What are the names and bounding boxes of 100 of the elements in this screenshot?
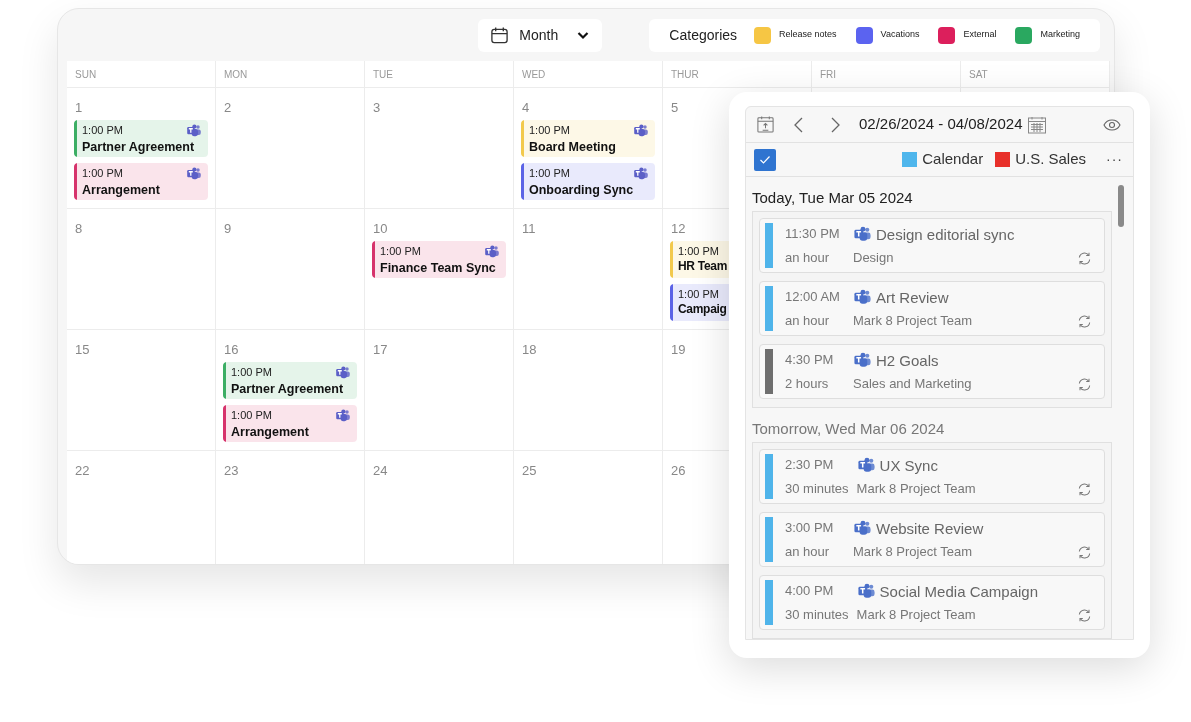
day-number: 8: [75, 221, 83, 236]
agenda-item[interactable]: 4:00 PM 30 minutes Social Media Campaign Mark 8 Project Team: [759, 575, 1105, 630]
team-icon: [335, 408, 351, 424]
calendar-icon[interactable]: [1027, 115, 1048, 134]
event-title: Arrangement: [231, 424, 310, 440]
item-duration: an hour: [785, 542, 831, 561]
agenda-item[interactable]: 12:00 AM an hour Art Review Mark 8 Project Team: [759, 281, 1105, 336]
event-card[interactable]: 1:00 PM Arrangement: [223, 405, 357, 442]
event-title: Partner Agreement: [231, 381, 345, 397]
day-number: 17: [373, 342, 388, 357]
categories-label: Categories: [669, 25, 738, 45]
category-label: Vacations: [880, 28, 920, 42]
event-time: 1:00 PM: [231, 365, 272, 379]
event-card[interactable]: 1:00 PM HR Team: [670, 241, 730, 278]
event-time: 1:00 PM: [82, 123, 123, 137]
item-duration: 30 minutes: [785, 479, 849, 498]
day-number: 2: [224, 100, 232, 115]
team-icon: [335, 365, 351, 381]
event-card[interactable]: 1:00 PM Partner Agreement: [74, 120, 208, 157]
event-card[interactable]: 1:00 PM Arrangement: [74, 163, 208, 200]
event-time: 1:00 PM: [231, 408, 272, 422]
calendar-name: Calendar: [922, 149, 984, 170]
day-number: 1: [75, 100, 83, 115]
event-time: 1:00 PM: [82, 166, 123, 180]
team-icon: [484, 244, 500, 260]
item-time: 4:30 PM: [785, 351, 835, 369]
day-number: 15: [75, 342, 90, 357]
event-time: 1:00 PM: [529, 166, 570, 180]
more-button[interactable]: ···: [1106, 149, 1123, 170]
item-group: Mark 8 Project Team: [853, 311, 1077, 331]
event-card[interactable]: 1:00 PM Onboarding Sync: [521, 163, 655, 200]
category-label: Release notes: [779, 28, 837, 42]
event-time: 1:00 PM: [678, 287, 719, 301]
day-number: 3: [373, 100, 381, 115]
day-number: 25: [522, 463, 537, 478]
day-number: 4: [522, 100, 530, 115]
agenda-item[interactable]: 11:30 PM an hour Design editorial sync Design: [759, 218, 1105, 273]
item-group: Sales and Marketing: [853, 374, 1077, 394]
scrollbar-thumb[interactable]: [1118, 185, 1124, 227]
item-duration: 2 hours: [785, 374, 830, 393]
day-number: 23: [224, 463, 239, 478]
item-title: Website Review: [876, 518, 984, 539]
item-title: Art Review: [876, 287, 949, 308]
event-title: Partner Agreement: [82, 139, 196, 155]
select-all-checkbox[interactable]: [754, 148, 776, 171]
event-title: Board Meeting: [529, 139, 617, 155]
day-number: 5: [671, 100, 679, 115]
item-group: Mark 8 Project Team: [853, 542, 1077, 562]
item-time: 4:00 PM: [785, 582, 835, 600]
item-title: Design editorial sync: [876, 224, 1015, 245]
day-number: 10: [373, 221, 388, 236]
calendar-icon: [490, 25, 510, 45]
item-title: H2 Goals: [876, 350, 939, 371]
event-title: Finance Team Sync: [380, 260, 497, 276]
section-heading: Tomorrow, Wed Mar 06 2024: [752, 419, 946, 439]
event-title: Campaig: [678, 301, 728, 317]
date-range: 02/26/2024 - 04/08/2024: [859, 114, 1023, 135]
day-number: 9: [224, 221, 232, 236]
event-card[interactable]: 1:00 PM Partner Agreement: [223, 362, 357, 399]
view-dropdown[interactable]: Month: [478, 18, 603, 52]
sync-icon: [1077, 608, 1092, 623]
day-number: 24: [373, 463, 388, 478]
sync-icon: [1077, 314, 1092, 329]
event-time: 1:00 PM: [529, 123, 570, 137]
agenda-item[interactable]: 4:30 PM 2 hours H2 Goals Sales and Marketing: [759, 344, 1105, 399]
agenda-item[interactable]: 2:30 PM 30 minutes UX Sync Mark 8 Project Team: [759, 449, 1105, 504]
item-time: 3:00 PM: [785, 519, 835, 537]
category-label: Marketing: [1040, 28, 1080, 42]
day-number: 18: [522, 342, 537, 357]
event-time: 1:00 PM: [380, 244, 421, 258]
item-duration: an hour: [785, 248, 831, 267]
item-title: UX Sync: [879, 455, 938, 476]
item-title: Social Media Campaign: [879, 581, 1038, 602]
event-time: 1:00 PM: [678, 244, 719, 258]
team-icon: [633, 123, 649, 139]
agenda-item[interactable]: 3:00 PM an hour Website Review Mark 8 Project Team: [759, 512, 1105, 567]
event-title: Arrangement: [82, 182, 161, 198]
event-card[interactable]: 1:00 PM Board Meeting: [521, 120, 655, 157]
sync-icon: [1077, 545, 1092, 560]
section-heading: Today, Tue Mar 05 2024: [752, 188, 914, 208]
day-number: 12: [671, 221, 686, 236]
category-label: External: [963, 28, 997, 42]
sync-icon: [1077, 377, 1092, 392]
item-time: 2:30 PM: [785, 456, 835, 474]
item-time: 12:00 AM: [785, 288, 841, 306]
team-icon: [633, 166, 649, 182]
event-title: HR Team: [678, 258, 729, 274]
day-number: 11: [522, 221, 536, 236]
day-number: 16: [224, 342, 239, 357]
calendar-today-icon[interactable]: [756, 115, 775, 134]
item-group: Mark 8 Project Team: [856, 605, 1077, 625]
sync-icon: [1077, 251, 1092, 266]
team-icon: [186, 166, 202, 182]
item-group: Mark 8 Project Team: [856, 479, 1077, 499]
eye-icon[interactable]: [1103, 118, 1121, 131]
day-number: 26: [671, 463, 686, 478]
day-number: 22: [75, 463, 90, 478]
calendar-name: U.S. Sales: [1015, 149, 1086, 170]
event-card[interactable]: 1:00 PM Finance Team Sync: [372, 241, 506, 278]
event-card[interactable]: 1:00 PM Campaig: [670, 284, 730, 321]
